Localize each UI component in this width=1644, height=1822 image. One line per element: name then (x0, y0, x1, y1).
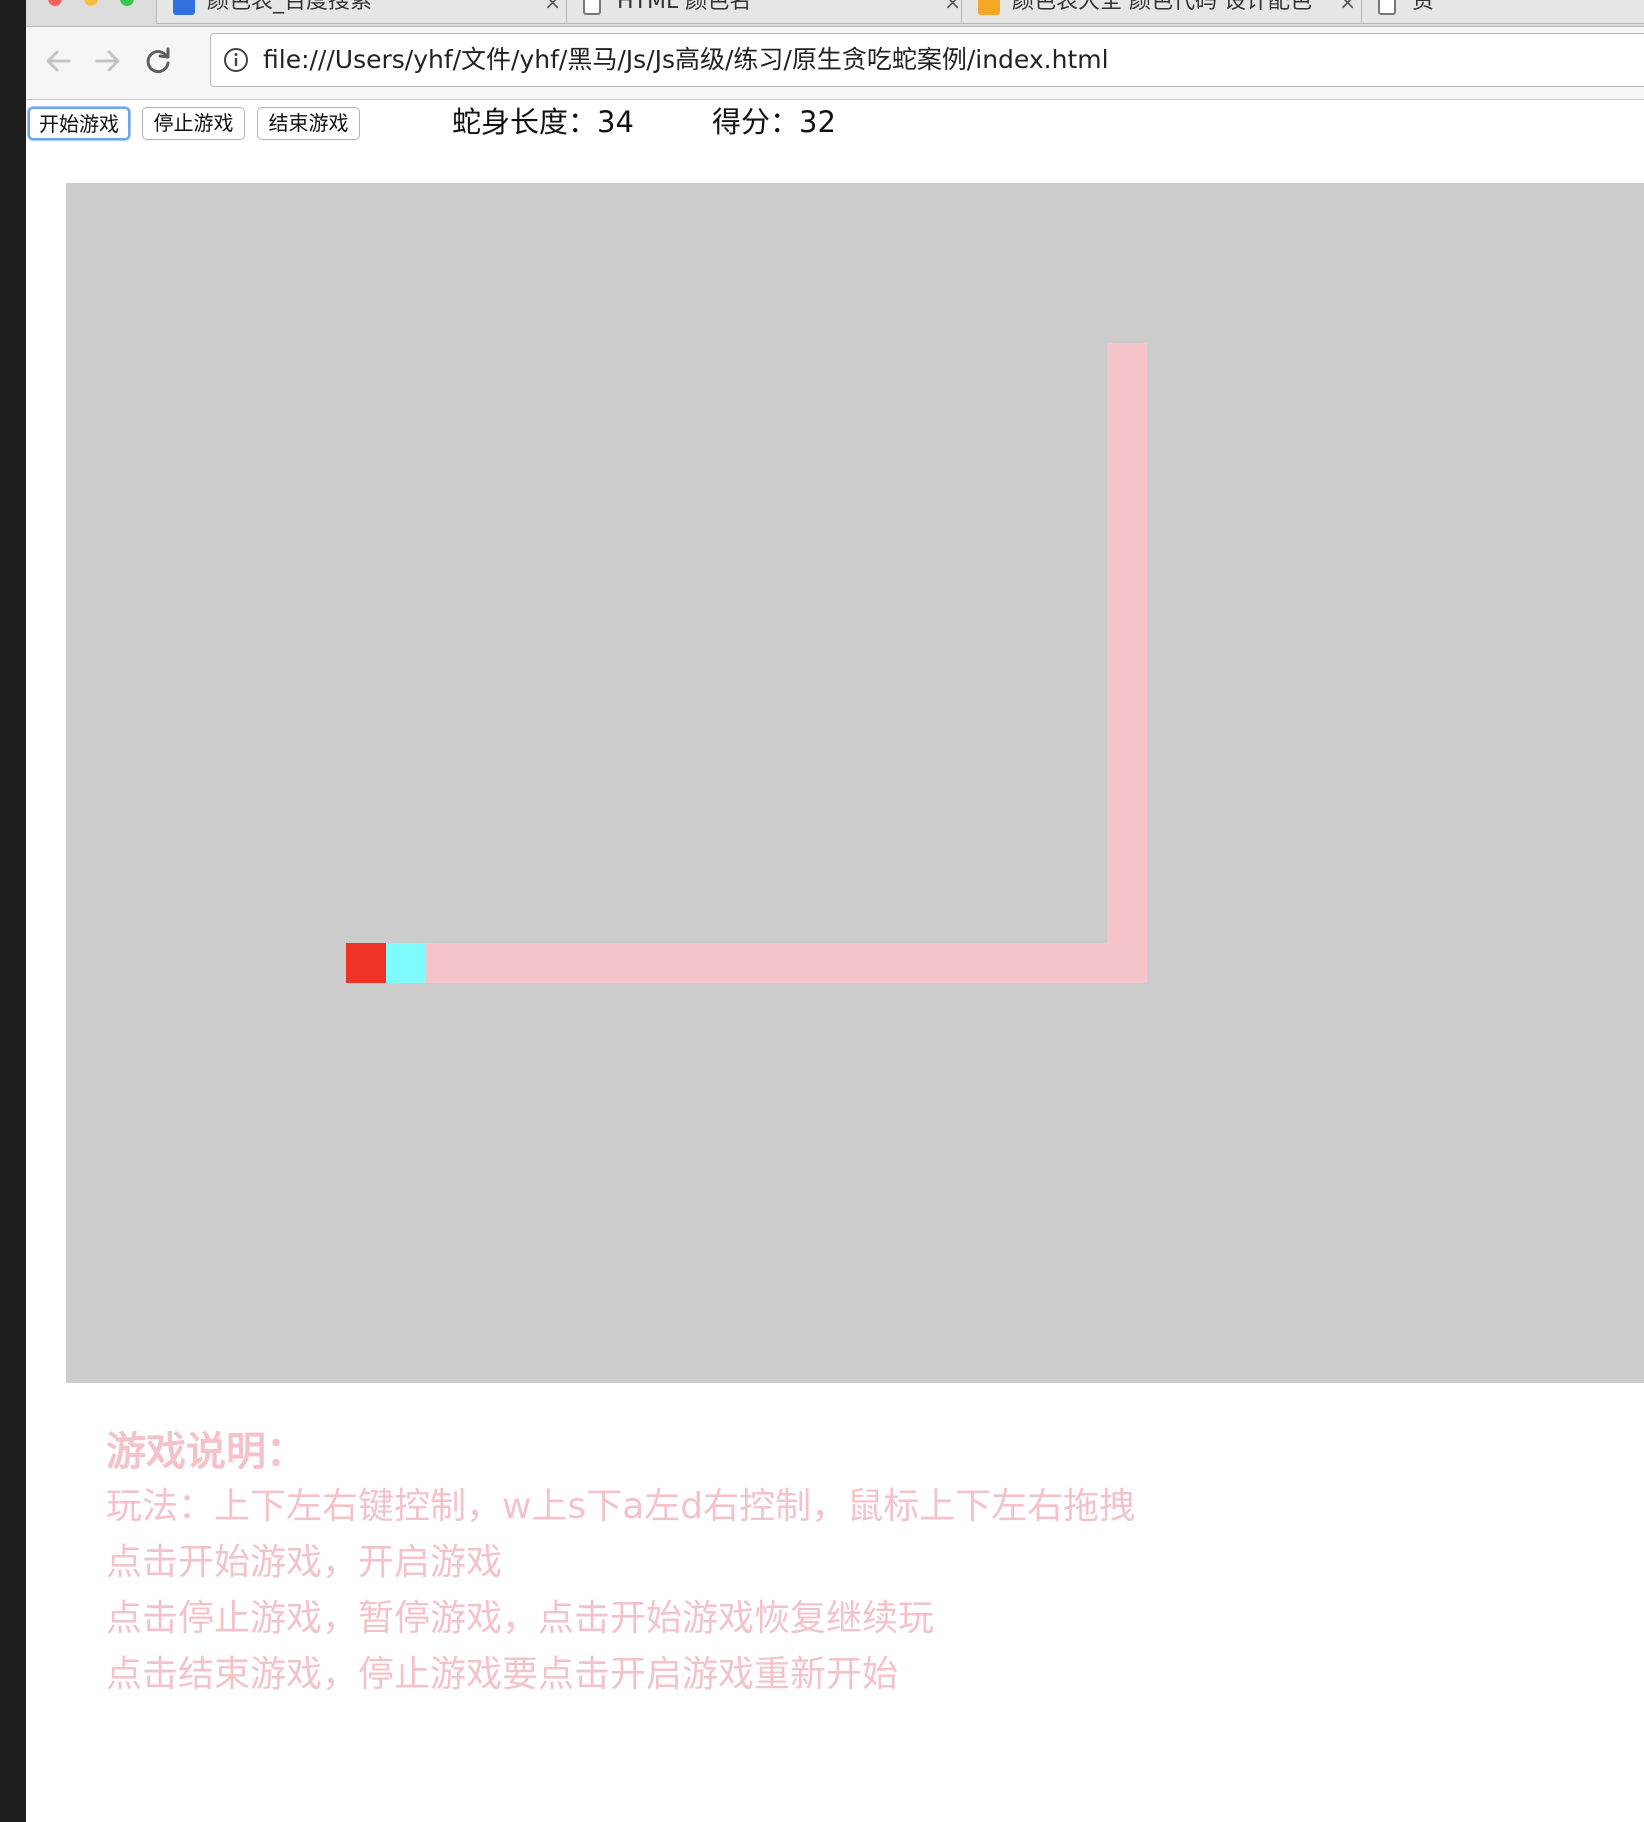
desktop-edge (0, 0, 26, 1822)
snake-neck-segment (386, 943, 426, 983)
page-content: 开始游戏 停止游戏 结束游戏 蛇身长度：34 得分：32 游戏说明： 玩法：上下… (26, 100, 1644, 1822)
snake-length-value: 34 (597, 105, 634, 139)
maximize-window-button[interactable] (120, 0, 134, 6)
start-game-button[interactable]: 开始游戏 (28, 107, 130, 140)
snake-head (346, 943, 386, 983)
back-button[interactable] (40, 43, 76, 79)
instructions-title: 游戏说明： (106, 1429, 306, 1475)
end-game-button[interactable]: 结束游戏 (257, 107, 360, 140)
tab-baidu-search[interactable]: 颜色表_百度搜索 × (156, 0, 576, 24)
tab-title: HTML 颜色名 (617, 0, 752, 14)
url-text[interactable]: file:///Users/yhf/文件/yhf/黑马/Js/Js高级/练习/原… (263, 44, 1109, 76)
tab-close-icon[interactable]: × (544, 0, 561, 13)
bookmark-favicon-icon (978, 0, 1000, 15)
browser-toolbar: file:///Users/yhf/文件/yhf/黑马/Js/Js高级/练习/原… (26, 27, 1644, 100)
tab-title: 资 (1412, 0, 1435, 14)
address-bar[interactable]: file:///Users/yhf/文件/yhf/黑马/Js/Js高级/练习/原… (210, 33, 1644, 87)
tab-html-colors[interactable]: HTML 颜色名 × (566, 0, 976, 24)
score-value: 32 (799, 105, 836, 139)
baidu-favicon-icon (173, 0, 195, 15)
arrow-left-icon (46, 50, 71, 72)
snake-length-stat: 蛇身长度：34 (452, 102, 634, 142)
info-icon[interactable] (223, 47, 249, 73)
reload-icon (146, 47, 170, 73)
instructions-line: 点击开始游戏，开启游戏 (106, 1542, 503, 1583)
score-stat: 得分：32 (712, 102, 836, 142)
page-icon (583, 0, 601, 15)
tab-title: 颜色表大全 颜色代码 设计配色 (1012, 0, 1312, 14)
reload-button[interactable] (140, 43, 176, 79)
tab-strip: 颜色表_百度搜索 × HTML 颜色名 × 颜色表大全 颜色代码 设计配色 × … (26, 0, 1644, 27)
stop-game-button[interactable]: 停止游戏 (142, 107, 245, 140)
score-label: 得分： (712, 105, 800, 139)
snake-body-vertical (1107, 343, 1147, 983)
snake-body-horizontal (426, 943, 1147, 983)
page-icon (1378, 0, 1396, 15)
tab-close-icon[interactable]: × (1339, 0, 1356, 13)
tab-color-table[interactable]: 颜色表大全 颜色代码 设计配色 × (961, 0, 1371, 24)
close-window-button[interactable] (48, 0, 62, 6)
tab-title: 颜色表_百度搜索 (207, 0, 373, 14)
arrow-right-icon (95, 50, 120, 72)
minimize-window-button[interactable] (84, 0, 98, 6)
game-board[interactable] (66, 183, 1644, 1383)
browser-window: 颜色表_百度搜索 × HTML 颜色名 × 颜色表大全 颜色代码 设计配色 × … (26, 0, 1644, 1822)
tab-close-icon[interactable]: × (944, 0, 961, 13)
instructions-line: 点击停止游戏，暂停游戏，点击开始游戏恢复继续玩 (106, 1598, 935, 1639)
instructions-line: 玩法：上下左右键控制，w上s下a左d右控制，鼠标上下左右拖拽 (106, 1486, 1136, 1527)
game-instructions: 游戏说明： 玩法：上下左右键控制，w上s下a左d右控制，鼠标上下左右拖拽 点击开… (106, 1425, 1506, 1703)
snake-length-label: 蛇身长度： (452, 105, 598, 139)
tab-resource[interactable]: 资 (1361, 0, 1644, 24)
forward-button[interactable] (90, 43, 126, 79)
instructions-line: 点击结束游戏，停止游戏要点击开启游戏重新开始 (106, 1654, 899, 1695)
